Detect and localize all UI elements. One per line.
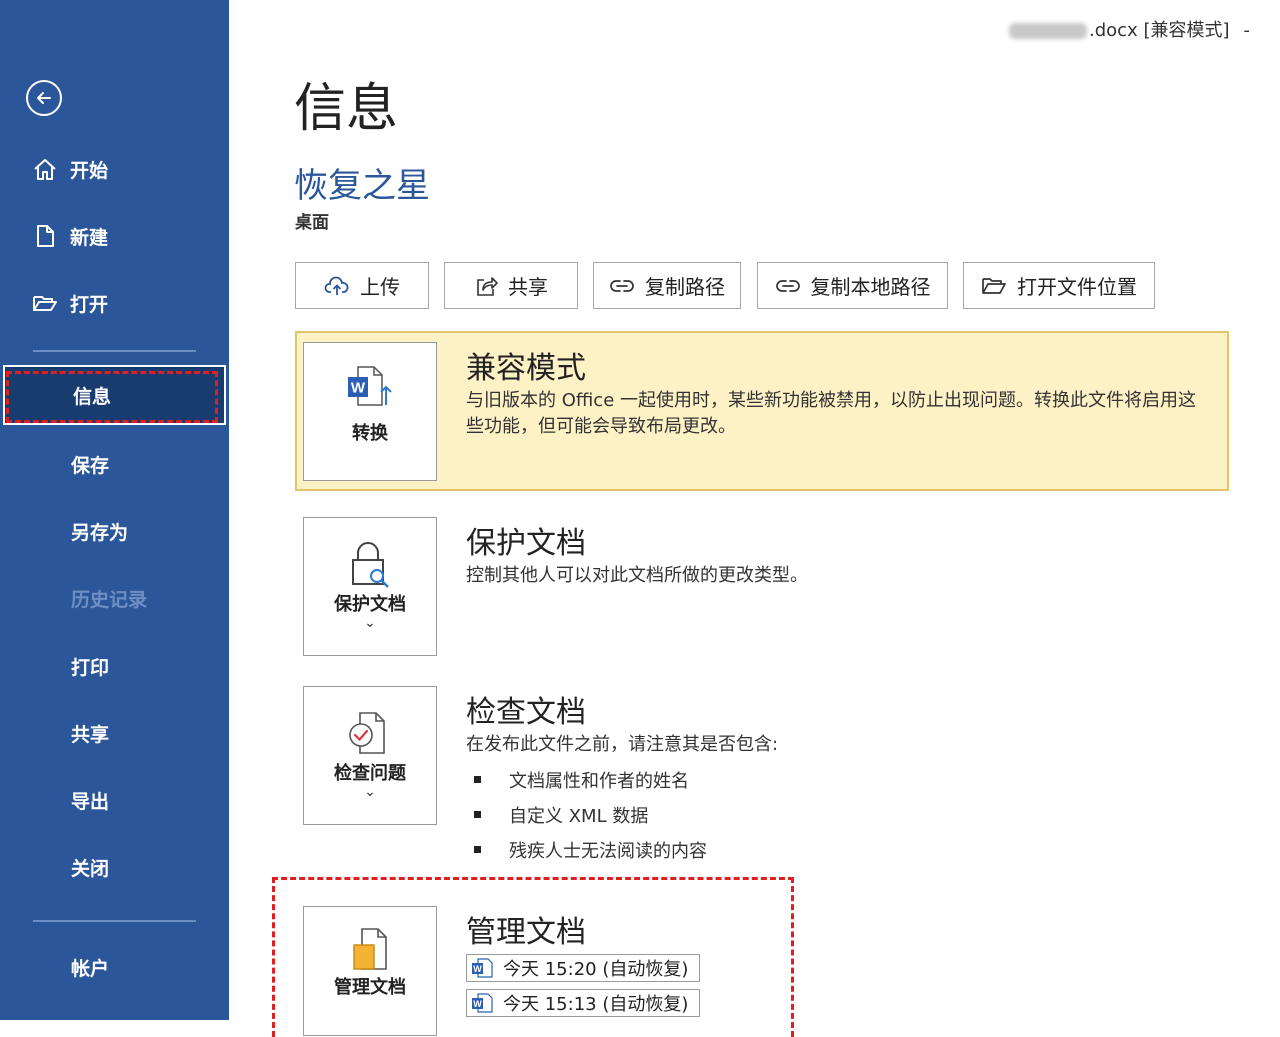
nav-item-label: 历史记录 — [71, 588, 148, 611]
nav-item-label: 信息 — [73, 385, 112, 408]
page-title: 信息 — [294, 79, 399, 139]
nav-item-label: 保存 — [71, 454, 110, 477]
nav-item-label: 打开 — [70, 293, 109, 316]
svg-text:W: W — [351, 380, 366, 397]
manage-document-label: 管理文档 — [334, 977, 406, 998]
list-item: 自定义 XML 数据 — [470, 797, 707, 832]
version-label: 今天 15:13 (自动恢复) — [503, 994, 689, 1015]
nav-item-label: 打印 — [71, 656, 110, 679]
convert-word-icon: W — [344, 365, 396, 413]
chevron-down-icon: ⌄ — [364, 615, 376, 631]
lock-key-icon — [346, 540, 394, 588]
nav-item-label: 共享 — [71, 723, 110, 746]
back-button[interactable] — [26, 80, 62, 116]
list-item: 文档属性和作者的姓名 — [470, 762, 707, 797]
version-item[interactable]: W 今天 15:20 (自动恢复) — [466, 954, 700, 982]
list-item-text: 残疾人士无法阅读的内容 — [509, 840, 707, 862]
nav-item-export[interactable]: 导出 — [0, 780, 229, 820]
protect-document-label: 保护文档 — [334, 594, 406, 615]
inspect-document-icon — [346, 709, 394, 757]
list-item: 残疾人士无法阅读的内容 — [470, 832, 707, 867]
svg-text:W: W — [473, 964, 482, 974]
protect-document-button[interactable]: 保护文档 ⌄ — [303, 517, 437, 656]
folder-open-icon — [982, 277, 1006, 294]
check-issues-label: 检查问题 — [334, 763, 406, 784]
nav-item-close[interactable]: 关闭 — [0, 847, 229, 887]
list-item-text: 自定义 XML 数据 — [509, 805, 649, 827]
new-document-icon — [32, 223, 58, 249]
protect-title: 保护文档 — [466, 526, 586, 561]
arrow-left-icon — [37, 92, 51, 104]
window-title-text: .docx [兼容模式] — [1089, 20, 1230, 41]
link-icon — [610, 279, 634, 292]
backstage-sidebar: 开始 新建 打开 信息 保存 另存为 历史记录 打印 共享 导出 关闭 帐户 — [0, 0, 229, 1020]
nav-item-label: 帐户 — [71, 957, 110, 980]
upload-button[interactable]: 上传 — [295, 262, 429, 309]
copy-path-button[interactable]: 复制路径 — [593, 262, 741, 309]
protect-description: 控制其他人可以对此文档所做的更改类型。 — [466, 565, 808, 586]
copy-path-label: 复制路径 — [645, 275, 725, 299]
manage-document-icon — [346, 925, 394, 973]
compat-title: 兼容模式 — [466, 351, 586, 386]
window-title-dash: - — [1243, 20, 1251, 41]
manage-title: 管理文档 — [466, 915, 586, 950]
bullet-icon — [474, 811, 481, 818]
folder-open-icon — [32, 290, 58, 316]
home-icon — [32, 156, 58, 182]
nav-item-save-as[interactable]: 另存为 — [0, 511, 229, 551]
compat-description: 与旧版本的 Office 一起使用时，某些新功能被禁用，以防止出现问题。转换此文… — [466, 390, 1196, 437]
list-item-text: 文档属性和作者的姓名 — [509, 770, 689, 792]
nav-item-open[interactable]: 打开 — [0, 283, 229, 323]
cloud-upload-icon — [324, 276, 349, 295]
version-label: 今天 15:20 (自动恢复) — [503, 959, 689, 980]
word-document-icon: W — [472, 993, 493, 1013]
share-icon — [477, 276, 498, 296]
share-button[interactable]: 共享 — [444, 262, 578, 309]
bullet-icon — [474, 846, 481, 853]
nav-item-label: 开始 — [70, 159, 109, 182]
nav-item-home[interactable]: 开始 — [0, 149, 229, 189]
document-location: 桌面 — [295, 213, 329, 233]
upload-label: 上传 — [360, 275, 400, 299]
nav-item-info[interactable]: 信息 — [3, 365, 226, 425]
nav-item-label: 新建 — [70, 226, 109, 249]
inspect-bullet-list: 文档属性和作者的姓名 自定义 XML 数据 残疾人士无法阅读的内容 — [470, 762, 707, 867]
nav-item-share[interactable]: 共享 — [0, 713, 229, 753]
link-icon — [775, 279, 800, 292]
nav-item-save[interactable]: 保存 — [0, 444, 229, 484]
copy-local-path-button[interactable]: 复制本地路径 — [757, 262, 948, 309]
window-title: .docx [兼容模式] - — [1009, 16, 1250, 42]
nav-item-print[interactable]: 打印 — [0, 646, 229, 686]
manage-document-button[interactable]: 管理文档 — [303, 906, 437, 1036]
convert-button[interactable]: W 转换 — [303, 342, 437, 481]
nav-item-history: 历史记录 — [0, 578, 229, 618]
copy-local-path-label: 复制本地路径 — [810, 275, 931, 299]
document-name: 恢复之星 — [294, 166, 430, 206]
open-file-location-button[interactable]: 打开文件位置 — [963, 262, 1155, 309]
blurred-filename — [1009, 23, 1088, 39]
svg-text:W: W — [473, 999, 482, 1009]
bullet-icon — [474, 776, 481, 783]
convert-label: 转换 — [352, 423, 388, 444]
chevron-down-icon: ⌄ — [364, 784, 376, 800]
word-document-icon: W — [472, 958, 493, 978]
nav-item-new[interactable]: 新建 — [0, 216, 229, 256]
inspect-description: 在发布此文件之前，请注意其是否包含: — [466, 734, 779, 755]
open-file-location-label: 打开文件位置 — [1017, 275, 1137, 299]
check-issues-button[interactable]: 检查问题 ⌄ — [303, 686, 437, 825]
share-label: 共享 — [508, 275, 548, 299]
nav-item-account[interactable]: 帐户 — [0, 947, 229, 987]
nav-divider — [33, 920, 196, 922]
nav-divider — [33, 350, 196, 352]
nav-item-label: 另存为 — [71, 521, 129, 544]
nav-item-label: 导出 — [71, 790, 110, 813]
nav-item-label: 关闭 — [71, 857, 110, 880]
inspect-title: 检查文档 — [466, 695, 586, 730]
version-item[interactable]: W 今天 15:13 (自动恢复) — [466, 989, 700, 1017]
